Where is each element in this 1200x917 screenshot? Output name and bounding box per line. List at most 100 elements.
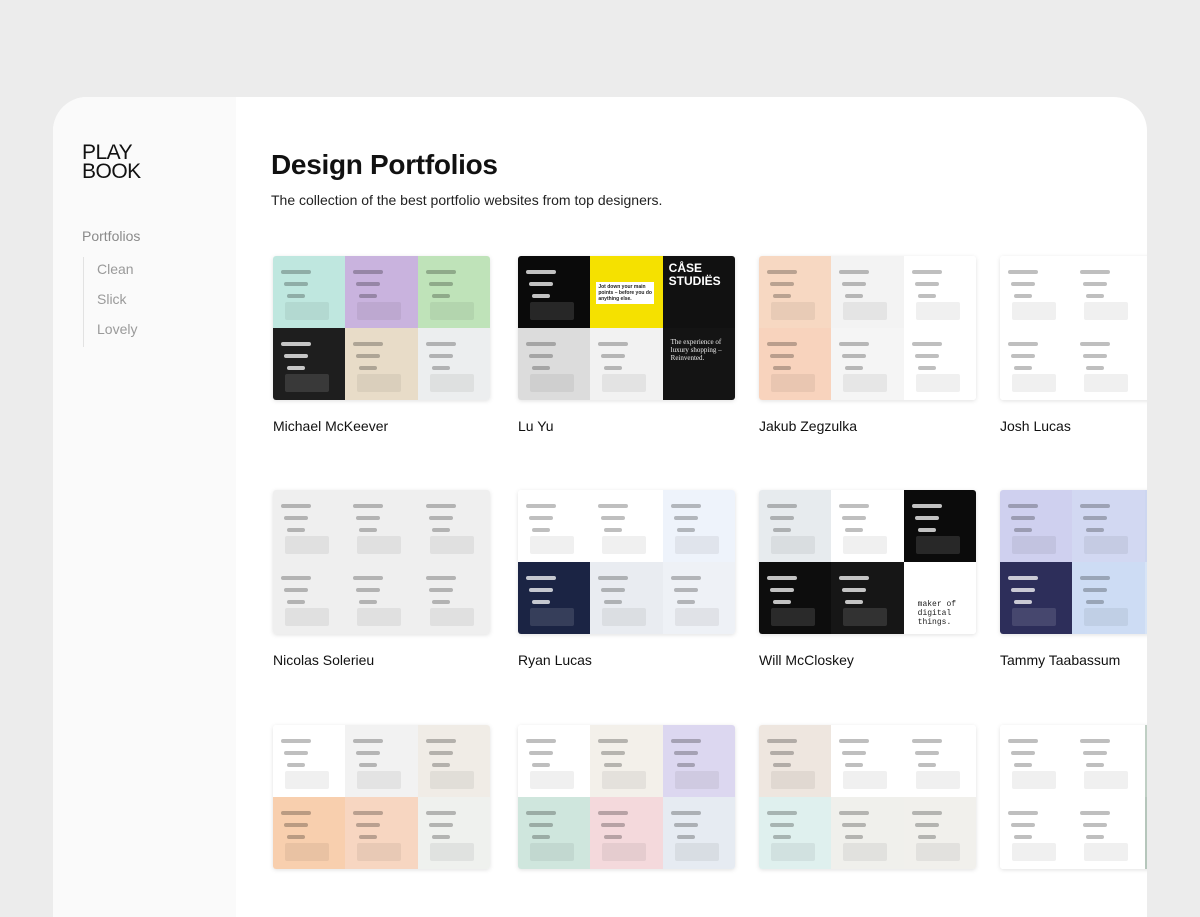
portfolio-card-name[interactable]: Michael McKeever (273, 418, 388, 434)
thumbnail-line (526, 270, 556, 274)
thumbnail-block (429, 771, 474, 789)
thumbnail-line (773, 294, 791, 298)
thumbnail-line (431, 835, 450, 839)
sidebar: PLAY BOOK Portfolios Clean Slick Lovely (53, 97, 236, 917)
thumbnail-line (1014, 763, 1032, 767)
thumbnail-line (425, 342, 456, 346)
portfolio-card-name[interactable]: Lu Yu (518, 418, 554, 434)
portfolio-card-name[interactable]: Tammy Taabassum (1000, 652, 1120, 668)
thumbnail-tile (273, 725, 346, 797)
thumbnail-block (602, 374, 647, 392)
portfolio-card-name[interactable]: Ryan Lucas (518, 652, 592, 668)
portfolio-card-name[interactable]: Will McCloskey (759, 652, 854, 668)
thumbnail-block (915, 843, 960, 861)
thumbnail-block (771, 374, 815, 392)
nav-section-portfolios[interactable]: Portfolios (82, 228, 140, 244)
portfolio-card-name[interactable]: Josh Lucas (1000, 418, 1071, 434)
portfolio-thumbnail[interactable] (759, 725, 976, 869)
thumbnail-block (1012, 843, 1056, 861)
thumbnail-line (359, 835, 378, 839)
thumbnail-line (1083, 354, 1108, 358)
portfolio-thumbnail[interactable]: Jot down your main points – before you d… (518, 256, 735, 400)
portfolio-card-name[interactable]: Jakub Zegzulka (759, 418, 857, 434)
thumbnail-line (428, 516, 453, 520)
nav-item-clean[interactable]: Clean (97, 257, 137, 287)
thumbnail-tile (345, 797, 418, 869)
portfolio-card[interactable]: Jot down your main points – before you d… (518, 256, 735, 434)
thumbnail-line (917, 835, 936, 839)
playbook-logo[interactable]: PLAY BOOK (82, 142, 141, 182)
thumbnail-block (602, 608, 647, 626)
thumbnail-tile (1072, 328, 1145, 400)
portfolio-thumbnail[interactable]: maker of digital things. (759, 490, 976, 634)
thumbnail-line (673, 751, 698, 755)
portfolio-thumbnail[interactable] (1000, 725, 1147, 869)
thumbnail-line (281, 739, 311, 743)
thumbnail-block (915, 374, 960, 392)
thumbnail-line (598, 576, 629, 580)
thumbnail-block (530, 843, 574, 861)
nav-item-lovely[interactable]: Lovely (97, 317, 137, 347)
thumbnail-block (843, 536, 888, 554)
portfolio-thumbnail[interactable] (759, 256, 976, 400)
thumbnail-line (431, 600, 450, 604)
thumbnail-tile (1072, 490, 1145, 562)
portfolio-card[interactable]: Ryan Lucas (518, 490, 735, 668)
portfolio-card[interactable] (273, 725, 490, 869)
thumbnail-block (429, 843, 474, 861)
nav-item-slick[interactable]: Slick (97, 287, 137, 317)
portfolio-card[interactable]: Michael McKeever (273, 256, 490, 434)
thumbnail-line (676, 600, 695, 604)
portfolio-thumbnail[interactable] (273, 725, 490, 869)
thumbnail-line (604, 600, 623, 604)
thumbnail-line (767, 811, 797, 815)
thumbnail-line (428, 588, 453, 592)
thumbnail-line (770, 751, 794, 755)
thumbnail-line (601, 823, 626, 827)
thumbnail-block (674, 608, 719, 626)
thumbnail-block (843, 771, 888, 789)
thumbnail-line (359, 763, 378, 767)
thumbnail-tile (759, 490, 832, 562)
thumbnail-line (1080, 811, 1111, 815)
thumbnail-tile (590, 725, 663, 797)
thumbnail-line (773, 366, 791, 370)
thumbnail-tile (518, 328, 591, 400)
portfolio-thumbnail[interactable] (518, 490, 735, 634)
portfolio-card-name[interactable]: Nicolas Solerieu (273, 652, 374, 668)
thumbnail-tile (1072, 797, 1145, 869)
portfolio-card[interactable]: Josh Lucas (1000, 256, 1147, 434)
thumbnail-line (353, 811, 384, 815)
portfolio-card[interactable]: Nicolas Solerieu (273, 490, 490, 668)
thumbnail-line (284, 823, 308, 827)
thumbnail-line (532, 600, 550, 604)
portfolio-card[interactable] (759, 725, 976, 869)
thumbnail-tile (1072, 725, 1145, 797)
nav-subitems: Clean Slick Lovely (83, 257, 137, 347)
page-subtitle: The collection of the best portfolio web… (271, 192, 663, 208)
portfolio-thumbnail[interactable] (1000, 256, 1147, 400)
thumbnail-line (842, 751, 867, 755)
thumbnail-line (529, 516, 553, 520)
thumbnail-line (287, 835, 305, 839)
portfolio-card[interactable]: Tammy Taabassum (1000, 490, 1147, 668)
browser-window: PLAY BOOK Portfolios Clean Slick Lovely … (53, 97, 1147, 917)
thumbnail-tile (903, 725, 976, 797)
portfolio-card[interactable]: Jakub Zegzulka (759, 256, 976, 434)
thumbnail-block (1012, 771, 1056, 789)
thumbnail-block (285, 374, 329, 392)
portfolio-thumbnail[interactable] (273, 490, 490, 634)
thumbnail-block (285, 843, 329, 861)
thumbnail-block (915, 302, 960, 320)
portfolio-card[interactable] (518, 725, 735, 869)
thumbnail-line (842, 588, 867, 592)
thumbnail-line (1086, 366, 1105, 370)
thumbnail-block (915, 536, 960, 554)
portfolio-thumbnail[interactable] (518, 725, 735, 869)
portfolio-card[interactable]: maker of digital things. Will McCloskey (759, 490, 976, 668)
portfolio-card[interactable] (1000, 725, 1147, 869)
thumbnail-line (526, 504, 556, 508)
thumbnail-line (529, 751, 553, 755)
portfolio-thumbnail[interactable] (273, 256, 490, 400)
portfolio-thumbnail[interactable] (1000, 490, 1147, 634)
